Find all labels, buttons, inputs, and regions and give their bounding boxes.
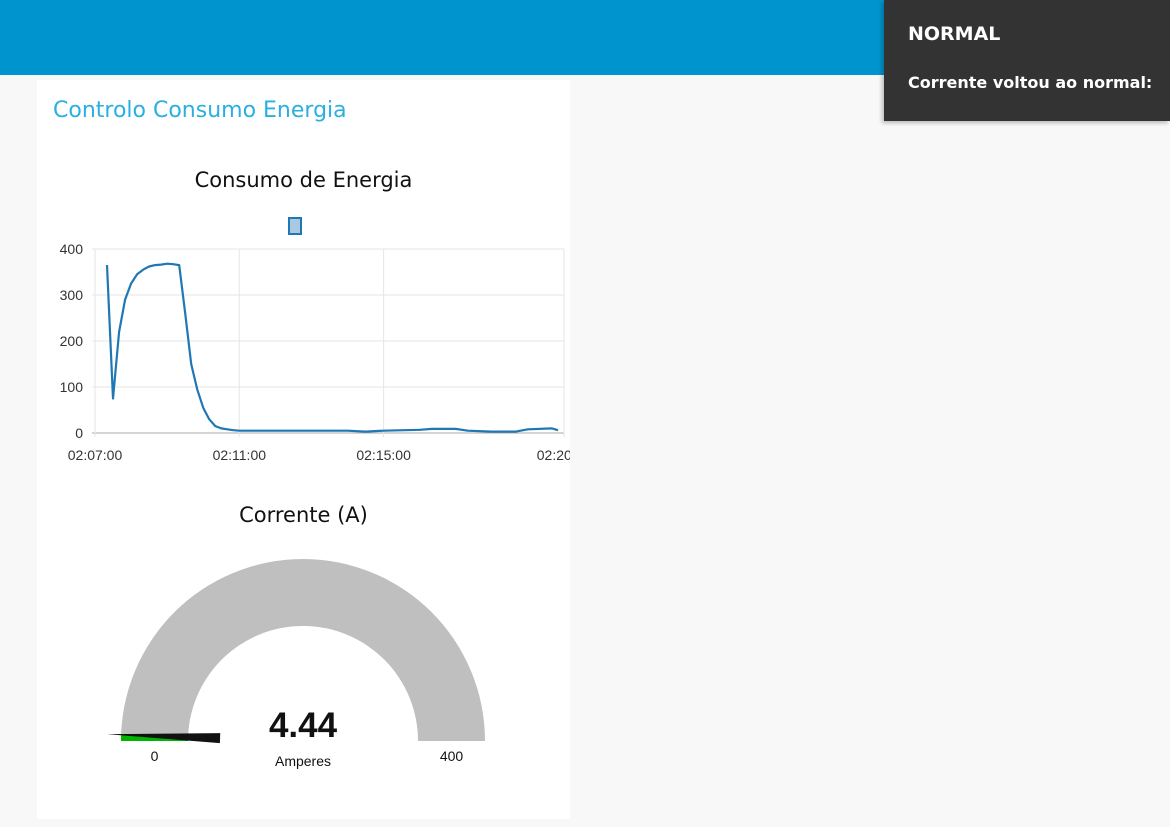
dashboard-group-card: Controlo Consumo Energia Consumo de Ener… bbox=[37, 80, 570, 819]
gauge-min-label: 0 bbox=[151, 748, 159, 764]
gauge-value: 4.44 bbox=[269, 706, 338, 745]
toast-title: NORMAL bbox=[908, 23, 1001, 45]
gauge-max-label: 400 bbox=[440, 748, 464, 764]
toast-message: Corrente voltou ao normal: bbox=[908, 73, 1153, 92]
gauge-units: Amperes bbox=[275, 753, 331, 769]
notification-toast[interactable]: NORMAL Corrente voltou ao normal: bbox=[884, 0, 1170, 121]
current-gauge: 4.44 Amperes 0 400 bbox=[107, 559, 485, 769]
